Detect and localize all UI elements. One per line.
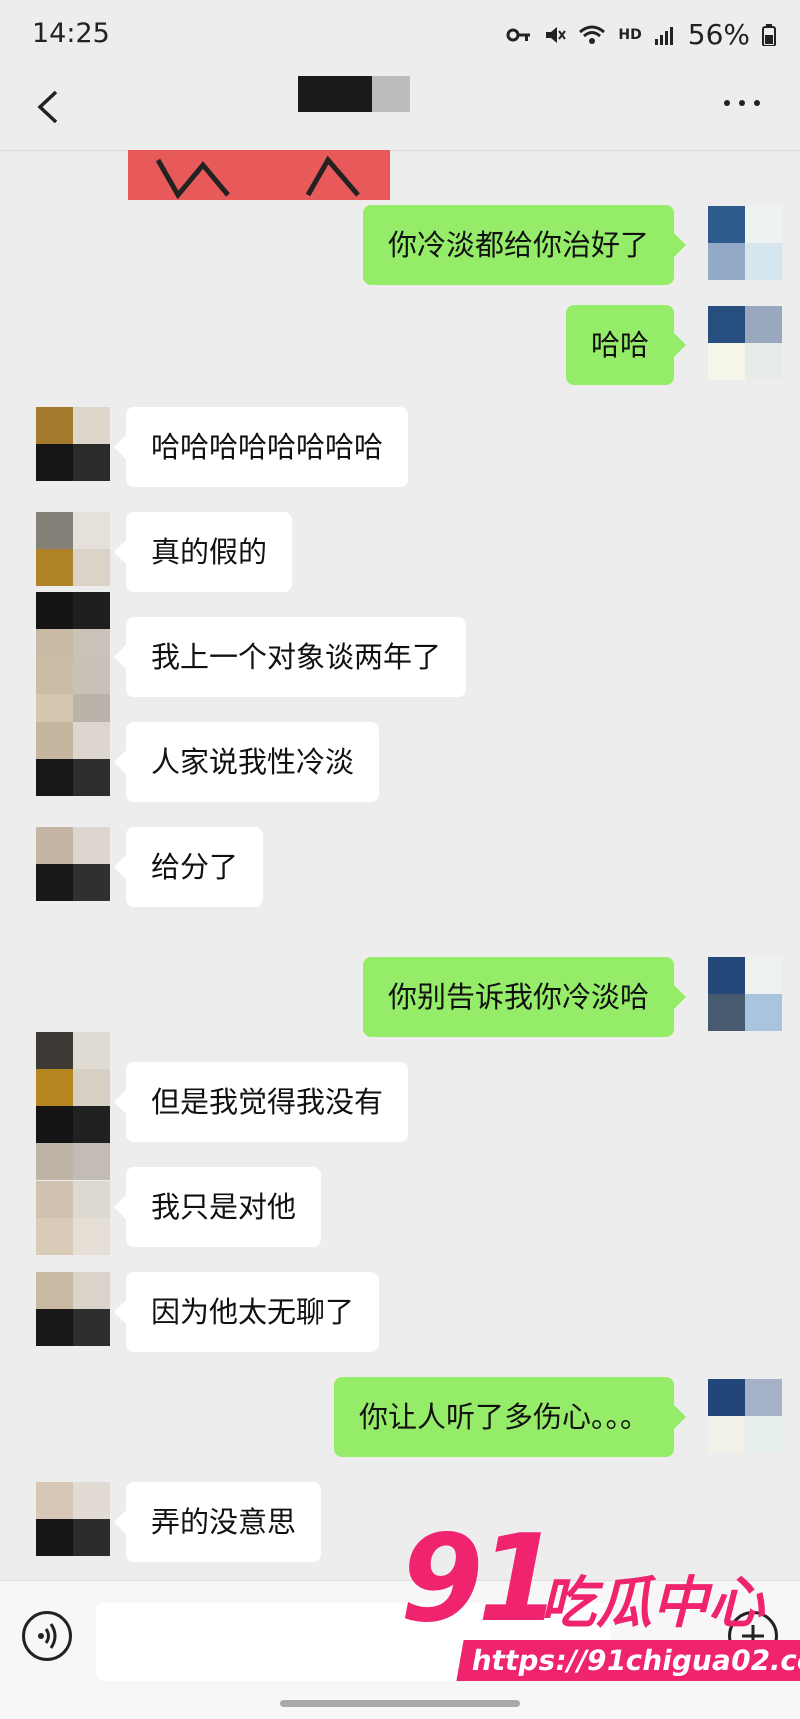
message-bubble-received[interactable]: 我只是对他 [113, 1167, 322, 1247]
chevron-left-icon [37, 90, 58, 124]
avatar[interactable] [36, 1106, 110, 1180]
avatar[interactable] [36, 1272, 110, 1346]
message-bubble-sent[interactable]: 你让人听了多伤心。。。 [333, 1377, 687, 1457]
back-button[interactable] [30, 82, 70, 132]
watermark-url: https://91chigua02.com [456, 1640, 800, 1681]
avatar[interactable] [36, 657, 110, 731]
message-bubble-received[interactable]: 给分了 [113, 827, 264, 907]
message-bubble-received[interactable]: 我上一个对象谈两年了 [113, 617, 467, 697]
home-indicator[interactable] [280, 1700, 520, 1707]
status-icons: HD 56% [506, 18, 776, 51]
avatar[interactable] [36, 407, 110, 481]
message-bubble-received[interactable]: 因为他太无聊了 [113, 1272, 380, 1352]
hd-label: HD [618, 26, 642, 43]
watermark-name: 吃瓜中心 [540, 1571, 764, 1636]
avatar[interactable] [708, 306, 782, 380]
mute-icon [546, 26, 567, 43]
message-bubble-received[interactable]: 人家说我性冷淡 [113, 722, 380, 802]
message-bubble-received[interactable]: 但是我觉得我没有 [113, 1062, 409, 1142]
sticker-image[interactable] [128, 150, 390, 200]
avatar[interactable] [36, 827, 110, 901]
voice-button[interactable] [22, 1611, 72, 1661]
message-bubble-sent[interactable]: 你冷淡都给你治好了 [362, 205, 687, 285]
voice-icon [38, 1623, 57, 1649]
message-bubble-received[interactable]: 真的假的 [113, 512, 293, 592]
key-icon [506, 28, 531, 41]
battery-icon [762, 23, 776, 46]
message-bubble-sent[interactable]: 你别告诉我你冷淡哈 [362, 957, 687, 1037]
message-bubble-received[interactable]: 弄的没意思 [113, 1482, 322, 1562]
message-bubble-received[interactable]: 哈哈哈哈哈哈哈哈 [113, 407, 409, 487]
avatar[interactable] [36, 512, 110, 586]
more-button[interactable] [720, 88, 764, 118]
chat-header [0, 70, 800, 151]
chat-title-redacted [298, 76, 410, 112]
message-bubble-sent[interactable]: 哈哈 [565, 305, 687, 385]
avatar[interactable] [36, 592, 110, 666]
avatar[interactable] [36, 1032, 110, 1106]
avatar[interactable] [708, 957, 782, 1031]
wifi-icon [579, 25, 606, 44]
status-time: 14:25 [32, 18, 110, 49]
avatar[interactable] [36, 722, 110, 796]
signal-icon [654, 26, 673, 45]
watermark: 91 吃瓜中心 https://91chigua02.com [400, 1510, 800, 1710]
watermark-number: 91 [400, 1510, 561, 1649]
message-list[interactable]: 你冷淡都给你治好了 哈哈 哈哈哈哈哈哈哈哈 真的假的 我上一个对象谈两年了 人家… [0, 150, 800, 1580]
avatar[interactable] [708, 1379, 782, 1453]
avatar[interactable] [36, 1482, 110, 1556]
battery-level: 56% [687, 18, 750, 51]
avatar[interactable] [708, 206, 782, 280]
status-bar: 14:25 HD 56% [0, 0, 800, 70]
avatar[interactable] [36, 1181, 110, 1255]
